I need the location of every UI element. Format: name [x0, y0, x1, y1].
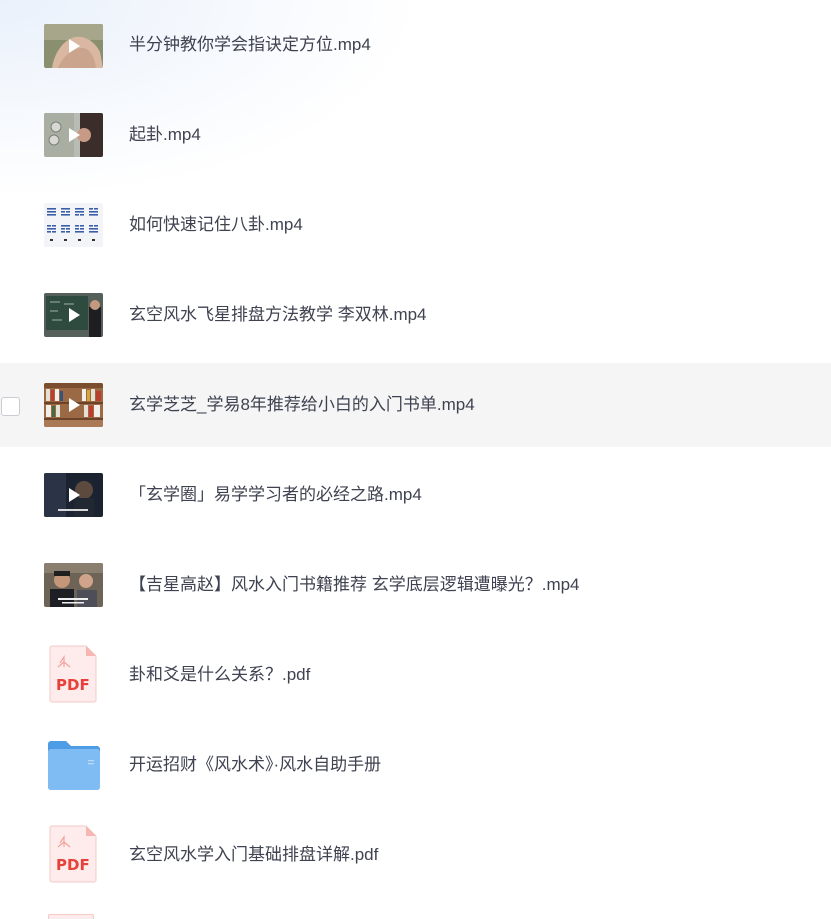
file-name[interactable]: 玄学芝芝_学易8年推荐给小白的入门书单.mp4 [129, 395, 475, 415]
file-name[interactable]: 玄空风水学入门基础排盘详解.pdf [129, 845, 378, 865]
file-row[interactable]: 【吉星高赵】风水入门书籍推荐 玄学底层逻辑遭曝光？.mp4 [0, 543, 831, 627]
blackboard-teacher-thumbnail [44, 293, 103, 337]
file-row[interactable]: PDF 卦和爻是什么关系？.pdf [0, 633, 831, 717]
file-name[interactable]: 「玄学圈」易学学习者的必经之路.mp4 [129, 485, 422, 505]
file-name[interactable]: 起卦.mp4 [129, 125, 201, 145]
file-name[interactable]: 【吉星高赵】风水入门书籍推荐 玄学底层逻辑遭曝光？.mp4 [129, 575, 580, 595]
row-select-checkbox[interactable] [1, 397, 20, 416]
file-list: 半分钟教你学会指诀定方位.mp4 起卦.mp4 如何快速记住八卦.mp4 玄空风… [0, 0, 831, 919]
file-name[interactable]: 开运招财《风水术》·风水自助手册 [129, 755, 381, 775]
file-row[interactable]: 半分钟教你学会指诀定方位.mp4 [0, 3, 831, 87]
bookshelf-video-thumbnail [44, 383, 103, 427]
file-name[interactable]: 半分钟教你学会指诀定方位.mp4 [129, 35, 371, 55]
hand-video-thumbnail [44, 24, 103, 68]
pdf-label: PDF [56, 856, 90, 874]
pdf-file-icon: PDF [48, 645, 98, 703]
file-row-hovered[interactable]: 玄学芝芝_学易8年推荐给小白的入门书单.mp4 [0, 363, 831, 447]
partial-pdf-file-icon [48, 914, 94, 919]
trigrams-chart-thumbnail [44, 203, 103, 247]
pdf-file-icon: PDF [48, 825, 98, 883]
file-name[interactable]: 如何快速记住八卦.mp4 [129, 215, 303, 235]
two-people-video-thumbnail [44, 563, 103, 607]
file-name[interactable]: 玄空风水飞星排盘方法教学 李双林.mp4 [129, 305, 427, 325]
pdf-label: PDF [56, 676, 90, 694]
folder-icon [46, 740, 102, 792]
file-row[interactable]: PDF 玄空风水学入门基础排盘详解.pdf [0, 813, 831, 897]
file-row[interactable]: 如何快速记住八卦.mp4 [0, 183, 831, 267]
coins-video-thumbnail [44, 113, 103, 157]
file-row[interactable]: 玄空风水飞星排盘方法教学 李双林.mp4 [0, 273, 831, 357]
file-row[interactable]: 「玄学圈」易学学习者的必经之路.mp4 [0, 453, 831, 537]
file-row[interactable]: 开运招财《风水术》·风水自助手册 [0, 723, 831, 807]
file-name[interactable]: 卦和爻是什么关系？.pdf [129, 665, 310, 685]
file-row[interactable]: 起卦.mp4 [0, 93, 831, 177]
dark-portrait-video-thumbnail [44, 473, 103, 517]
